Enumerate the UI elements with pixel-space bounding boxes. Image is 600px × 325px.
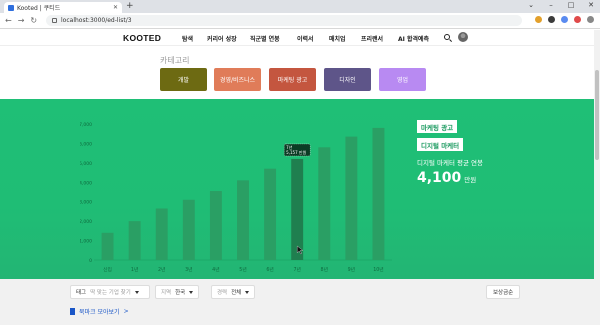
chevron-down-icon: [189, 290, 194, 294]
nav-item-resume[interactable]: 이력서: [297, 34, 314, 43]
chart-bar: [264, 168, 277, 260]
y-tick-label: 7,000: [80, 122, 92, 128]
extension-icon[interactable]: [561, 16, 568, 23]
salary-unit: 만원: [464, 176, 477, 184]
chart-bar: [182, 199, 195, 260]
site-logo[interactable]: KOOTED: [123, 33, 161, 43]
x-tick-label: 8년: [321, 266, 328, 273]
category-dev-button[interactable]: 개발: [160, 68, 207, 91]
y-tick-label: 4,000: [80, 180, 92, 186]
category-sales-button[interactable]: 영업: [379, 68, 426, 91]
y-tick-label: 5,000: [80, 161, 92, 167]
reload-icon[interactable]: ↻: [30, 16, 37, 25]
career-filter-button[interactable]: 경력 전체: [211, 285, 256, 299]
new-tab-button[interactable]: +: [126, 2, 134, 11]
region-filter-button[interactable]: 지역 한국: [155, 285, 200, 299]
tab-title: Kooted | 쿠티드: [17, 5, 61, 12]
window-controls: ⌄ – □ ✕: [526, 1, 596, 9]
scrollbar-thumb[interactable]: [595, 70, 599, 160]
favicon-icon: [8, 4, 14, 11]
extension-icon[interactable]: [548, 16, 555, 23]
search-icon[interactable]: [444, 34, 450, 40]
x-tick-label: 신입: [103, 266, 112, 273]
x-tick-label: 10년: [373, 266, 384, 273]
salary-number: 4,100: [417, 170, 462, 186]
average-salary-label: 디지털 마케터 평균 연봉: [417, 159, 483, 167]
browser-tab[interactable]: Kooted | 쿠티드 ✕: [4, 2, 122, 13]
minimize-icon[interactable]: –: [546, 1, 556, 9]
browser-tab-bar: Kooted | 쿠티드 ✕ + ⌄ – □ ✕: [0, 0, 600, 13]
job-title-badge: 디지털 마케터: [417, 138, 464, 151]
chart-bar: [318, 147, 331, 260]
address-bar: ← → ↻ localhost:3000/ed-list/3: [0, 13, 600, 29]
profile-icon[interactable]: [587, 16, 594, 23]
job-category-badge: 마케팅 광고: [417, 120, 458, 133]
chart-bar: [345, 136, 358, 260]
sort-button[interactable]: 보상금순: [486, 285, 521, 299]
chart-bar: [101, 232, 114, 260]
chart-bar: [372, 127, 385, 260]
bookmark-icon: [70, 308, 75, 315]
close-window-icon[interactable]: ✕: [586, 1, 596, 9]
extension-icons: [535, 16, 594, 23]
avatar[interactable]: [458, 32, 468, 42]
career-filter-label: 경력: [217, 290, 228, 296]
tag-filter-label: 태그: [76, 290, 87, 296]
tag-filter-button[interactable]: 태그 딱 맞는 기업 찾기: [70, 285, 150, 299]
x-tick-label: 2년: [158, 266, 165, 273]
bookmark-link[interactable]: 북마크 모아보기 >: [70, 307, 129, 316]
chart-bar: [237, 180, 249, 260]
x-tick-label: 4년: [212, 266, 219, 273]
y-tick-label: 6,000: [80, 141, 92, 147]
y-tick-label: 1,000: [80, 239, 92, 245]
x-tick-label: 9년: [348, 266, 355, 273]
nav-item-matchup[interactable]: 매치업: [329, 34, 346, 43]
region-filter-value: 한국: [175, 290, 186, 296]
extension-icon[interactable]: [535, 16, 542, 23]
category-title: 카테고리: [160, 56, 190, 65]
tag-filter-placeholder: 딱 맞는 기업 찾기: [90, 290, 131, 296]
chevron-down-icon: [134, 290, 139, 294]
chart-bar: [291, 158, 304, 260]
url-text: localhost:3000/ed-list/3: [61, 17, 132, 24]
x-tick-label: 7년: [293, 266, 300, 273]
maximize-icon[interactable]: □: [566, 1, 576, 9]
nav-item-ai-prediction[interactable]: AI 합격예측: [398, 34, 429, 43]
x-tick-label: 6년: [266, 266, 273, 273]
site-header: KOOTED 탐색 커리어 성장 직군별 연봉 이력서 매치업 프리랜서 AI …: [0, 30, 600, 46]
site-info-icon[interactable]: [52, 18, 57, 23]
x-tick-label: 1년: [131, 266, 138, 273]
tab-search-icon[interactable]: ⌄: [526, 1, 536, 9]
forward-icon[interactable]: →: [18, 16, 25, 25]
bookmark-label: 북마크 모아보기: [79, 309, 120, 316]
page-scrollbar[interactable]: [594, 30, 600, 325]
category-design-button[interactable]: 디자인: [324, 68, 371, 91]
chevron-down-icon: [245, 290, 250, 294]
chart-bar: [209, 191, 222, 260]
salary-bar-chart: 0 1,000 2,000 3,000 4,000 5,000 6,000 7,000 신입 1년…: [80, 122, 392, 273]
y-tick-label: 0: [89, 258, 92, 264]
average-salary-value: 4,100 만원: [417, 170, 476, 186]
region-filter-label: 지역: [161, 290, 172, 296]
career-filter-value: 전체: [231, 290, 242, 296]
nav-item-freelancer[interactable]: 프리랜서: [361, 34, 383, 43]
back-icon[interactable]: ←: [5, 16, 12, 25]
nav-buttons: ← → ↻: [5, 16, 37, 25]
nav-item-explore[interactable]: 탐색: [182, 34, 193, 43]
nav-item-career[interactable]: 커리어 성장: [207, 34, 237, 43]
x-tick-label: 5년: [239, 266, 246, 273]
category-business-button[interactable]: 경영/비즈니스: [214, 68, 261, 91]
chart-bar: [128, 221, 141, 260]
category-marketing-button[interactable]: 마케팅 광고: [269, 68, 316, 91]
chart-bar: [155, 208, 168, 260]
y-tick-label: 2,000: [80, 219, 92, 225]
chevron-right-icon: >: [123, 308, 129, 315]
tooltip-value: 5,157 만원: [286, 149, 306, 155]
extension-icon[interactable]: [574, 16, 581, 23]
nav-item-salary[interactable]: 직군별 연봉: [250, 34, 280, 43]
close-tab-icon[interactable]: ✕: [113, 4, 118, 11]
x-tick-label: 3년: [185, 266, 192, 273]
url-field[interactable]: localhost:3000/ed-list/3: [46, 15, 522, 26]
y-tick-label: 3,000: [80, 200, 92, 206]
